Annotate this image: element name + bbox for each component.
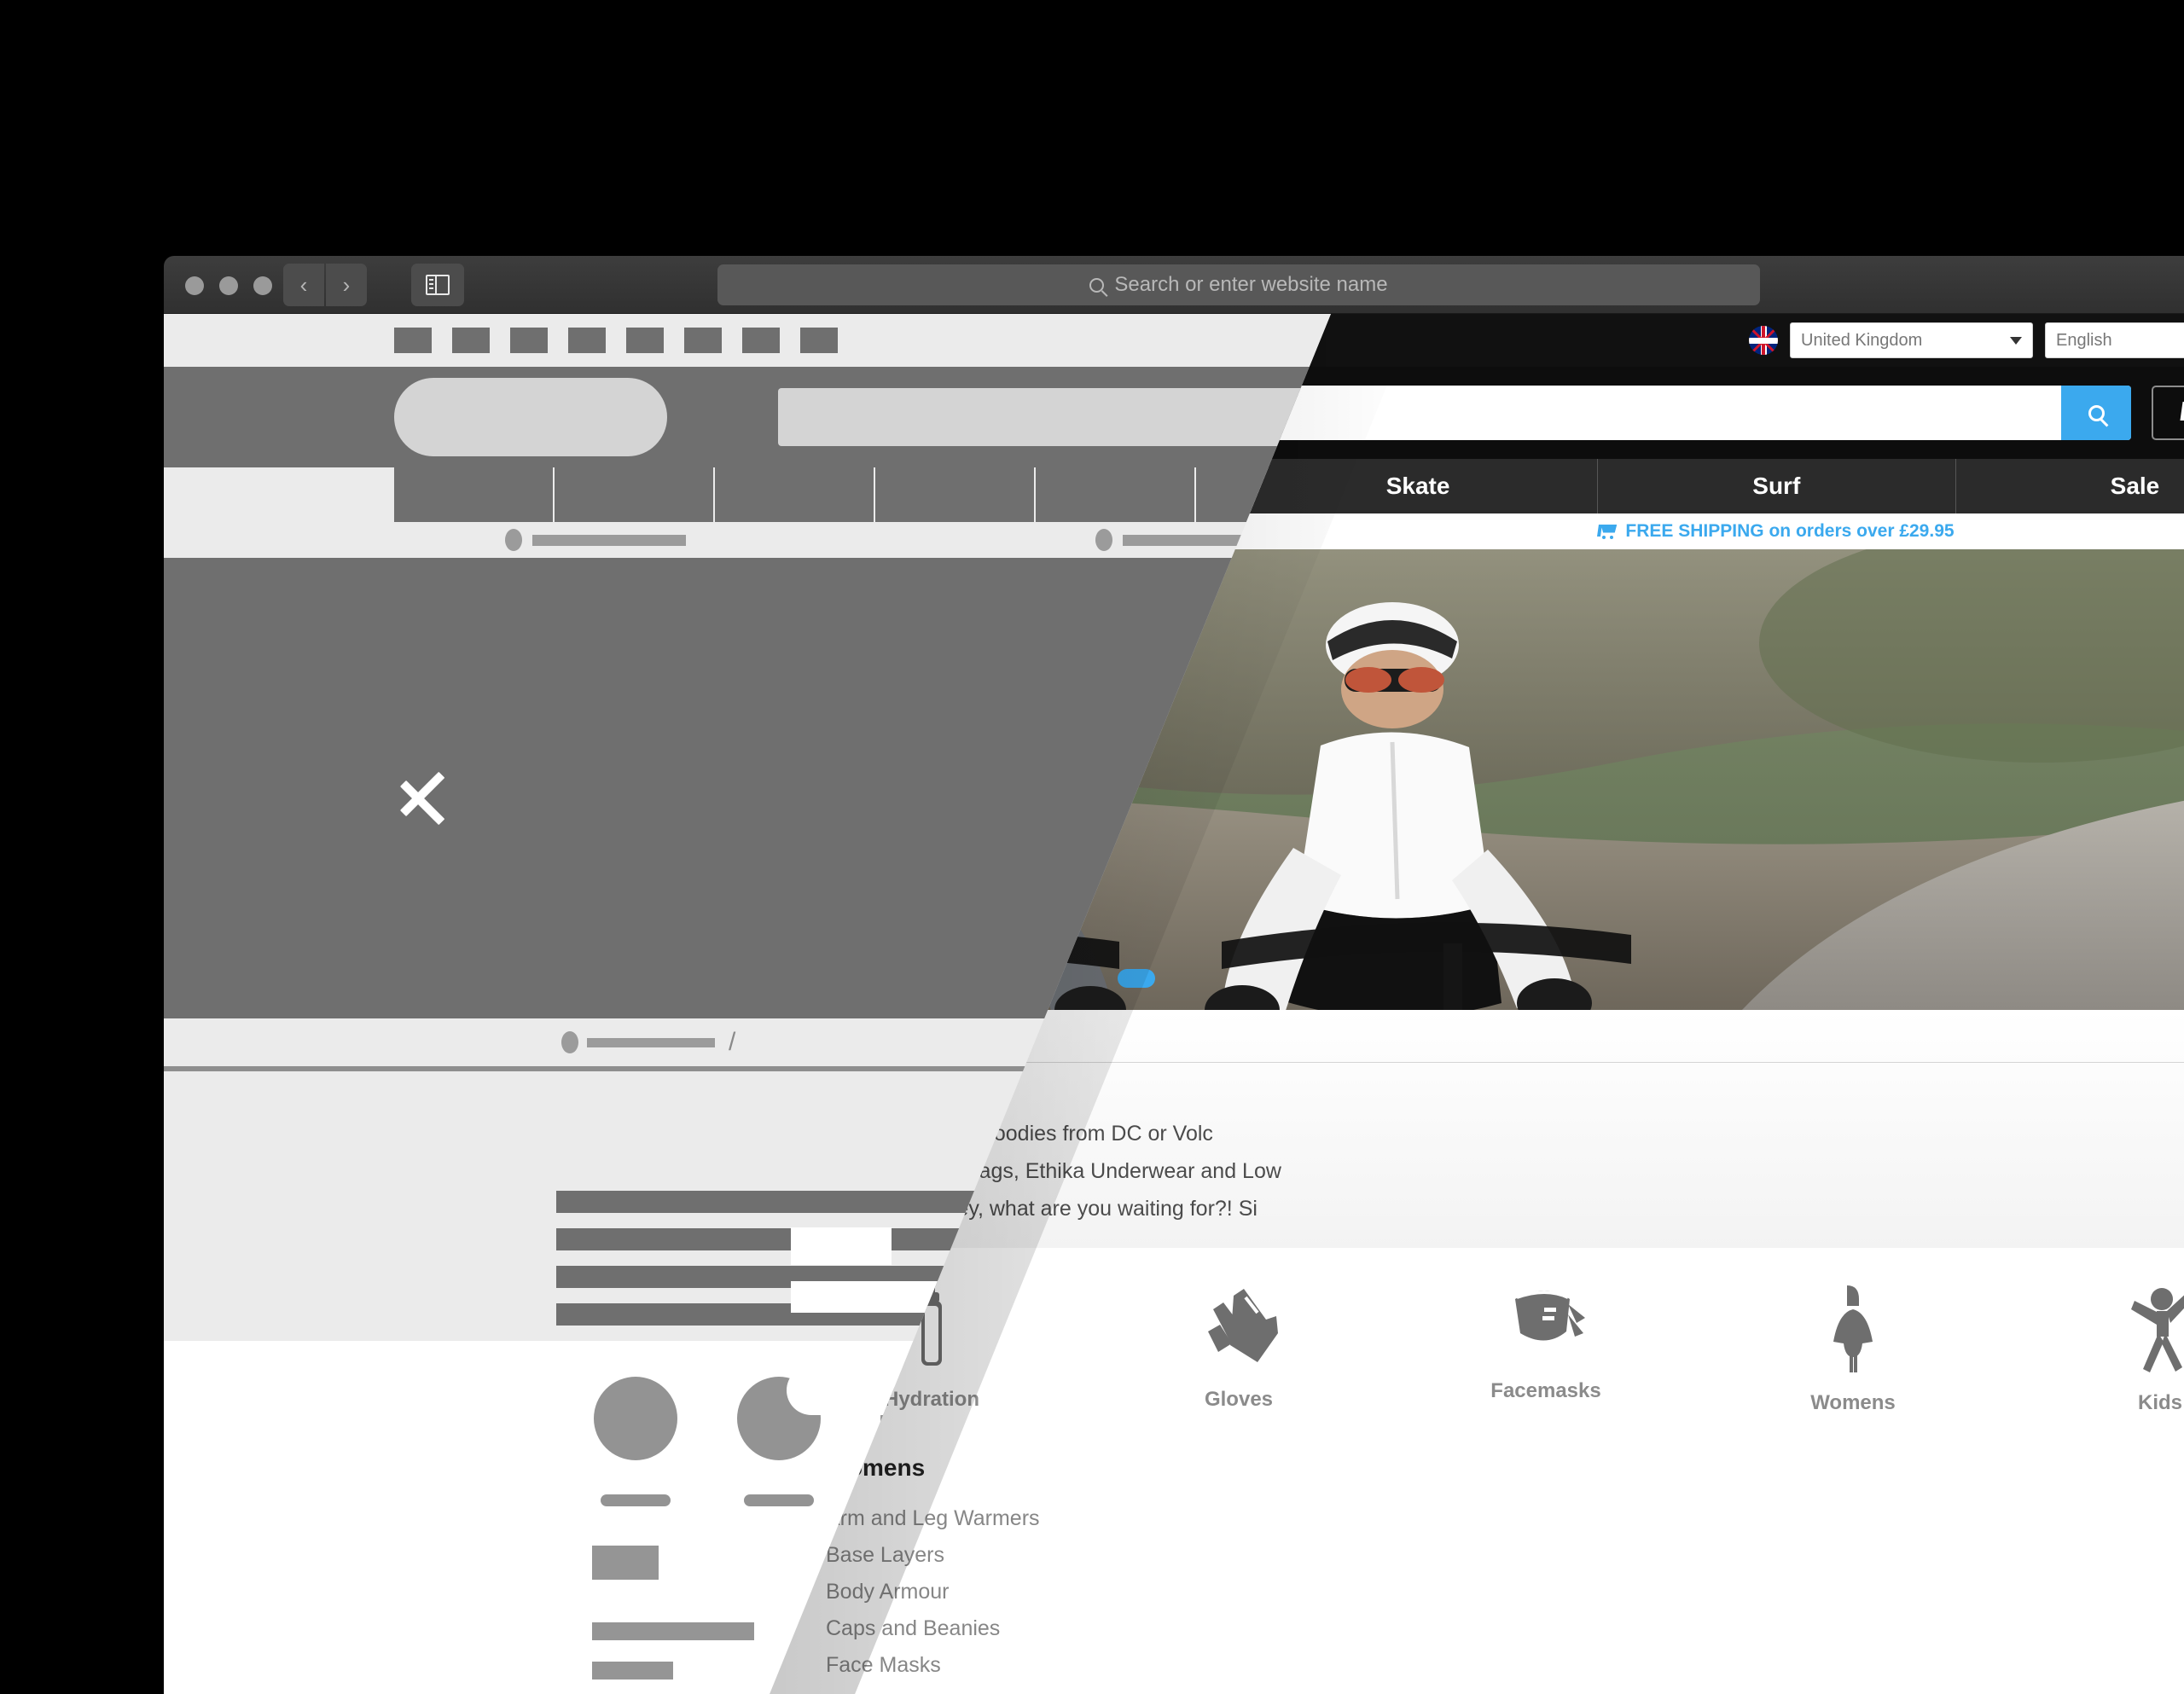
chevron-down-icon (2010, 336, 2022, 345)
browser-window: ‹ › Search or enter website name United … (164, 256, 2184, 1694)
promo-text: FREE SHIPPING on orders over £29.95 (1625, 521, 1955, 541)
nav-item-skate[interactable]: Skate (1240, 459, 1598, 513)
wireframe-chip (568, 328, 606, 353)
search-icon (1089, 277, 1105, 293)
footer-link[interactable]: Face Masks (826, 1647, 1131, 1684)
sidebar-icon (426, 275, 450, 295)
hero-slide-indicator[interactable] (1118, 969, 1155, 988)
wireframe-chip (742, 328, 780, 353)
category-label: Kids (2137, 1391, 2182, 1415)
wireframe-link-line (592, 1662, 673, 1679)
wireframe-chip (452, 328, 490, 353)
wireframe-category-label (601, 1494, 671, 1506)
gloves-icon (1199, 1289, 1278, 1368)
woman-icon (1833, 1285, 1873, 1373)
navigation-buttons[interactable]: ‹ › (283, 264, 367, 306)
wireframe-nav-item (1036, 467, 1196, 522)
link-column-womens: Womens Arm and Leg Warmers Base Layers B… (826, 1454, 1131, 1684)
promo-item-free-shipping: FREE SHIPPING on orders over £29.95 (1239, 521, 2184, 542)
wireframe-column-title (592, 1546, 659, 1580)
wireframe-chip (684, 328, 722, 353)
back-button[interactable]: ‹ (283, 264, 324, 306)
uk-flag-icon (1749, 326, 1778, 355)
nav-item-surf[interactable]: Surf (1598, 459, 1956, 513)
minimize-window-button[interactable] (219, 276, 238, 295)
nav-item-sale[interactable]: Sale (1956, 459, 2184, 513)
wireframe-chip (626, 328, 664, 353)
wireframe-promo-icon (505, 529, 522, 551)
page-viewport: United Kingdom English Skate Surf Sale F… (164, 314, 2184, 1694)
footer-link[interactable]: Body Armour (826, 1574, 1131, 1610)
link-column-title: Womens (826, 1454, 926, 1482)
category-label: Facemasks (1490, 1379, 1601, 1403)
category-womens[interactable]: Womens (1699, 1284, 2007, 1415)
wireframe-promo-item (505, 529, 686, 551)
browser-toolbar: ‹ › Search or enter website name (164, 256, 2184, 314)
sidebar-toggle-button[interactable] (411, 264, 464, 306)
screenshot-stage: ‹ › Search or enter website name United … (0, 0, 2184, 1694)
footer-link[interactable]: Arm and Leg Warmers (826, 1500, 1131, 1537)
facemask-icon (1515, 1291, 1585, 1341)
category-gloves[interactable]: Gloves (1085, 1284, 1392, 1415)
wireframe-logo-placeholder (394, 378, 667, 456)
cart-button[interactable]: 10 (2152, 386, 2184, 440)
wireframe-chip (510, 328, 548, 353)
wireframe-promo-text (532, 534, 686, 546)
wireframe-nav-item (394, 467, 555, 522)
category-label: Gloves (1204, 1388, 1274, 1412)
search-icon (2088, 404, 2105, 421)
shopping-cart-icon (1598, 525, 1617, 539)
window-controls[interactable] (185, 276, 272, 295)
forward-button[interactable]: › (326, 264, 367, 306)
footer-link[interactable]: Caps and Beanies (826, 1610, 1131, 1647)
url-bar[interactable]: Search or enter website name (717, 264, 1760, 305)
language-select-value: English (2056, 330, 2112, 350)
search-submit-button[interactable] (2061, 386, 2131, 440)
language-select[interactable]: English (2045, 322, 2184, 358)
wireframe-category-label (744, 1494, 814, 1506)
wireframe-slider-track (587, 1037, 715, 1047)
wireframe-link-line (592, 1622, 754, 1640)
wireframe-nav-item (875, 467, 1036, 522)
url-bar-placeholder: Search or enter website name (1114, 273, 1388, 296)
child-icon (2131, 1288, 2184, 1373)
maximize-window-button[interactable] (253, 276, 272, 295)
footer-link[interactable]: Base Layers (826, 1537, 1131, 1574)
wireframe-promo-icon (1095, 529, 1112, 551)
country-select-value: United Kingdom (1801, 330, 1923, 350)
category-facemasks[interactable]: Facemasks (1392, 1284, 1699, 1415)
wireframe-chip (394, 328, 432, 353)
wireframe-hero-block (791, 1227, 892, 1265)
category-label: Womens (1810, 1391, 1896, 1415)
close-window-button[interactable] (185, 276, 204, 295)
wireframe-chip (800, 328, 838, 353)
wireframe-nav-item (555, 467, 715, 522)
chevron-left-icon (397, 756, 444, 841)
category-label: Hydration (883, 1388, 979, 1412)
wireframe-category-icon (594, 1377, 677, 1460)
country-select[interactable]: United Kingdom (1790, 322, 2033, 358)
wireframe-slider-separator: / (729, 1028, 736, 1056)
category-kids[interactable]: Kids (2007, 1284, 2184, 1415)
wireframe-slider-dot (561, 1031, 578, 1053)
wireframe-category (590, 1377, 681, 1506)
wireframe-nav-item (715, 467, 875, 522)
